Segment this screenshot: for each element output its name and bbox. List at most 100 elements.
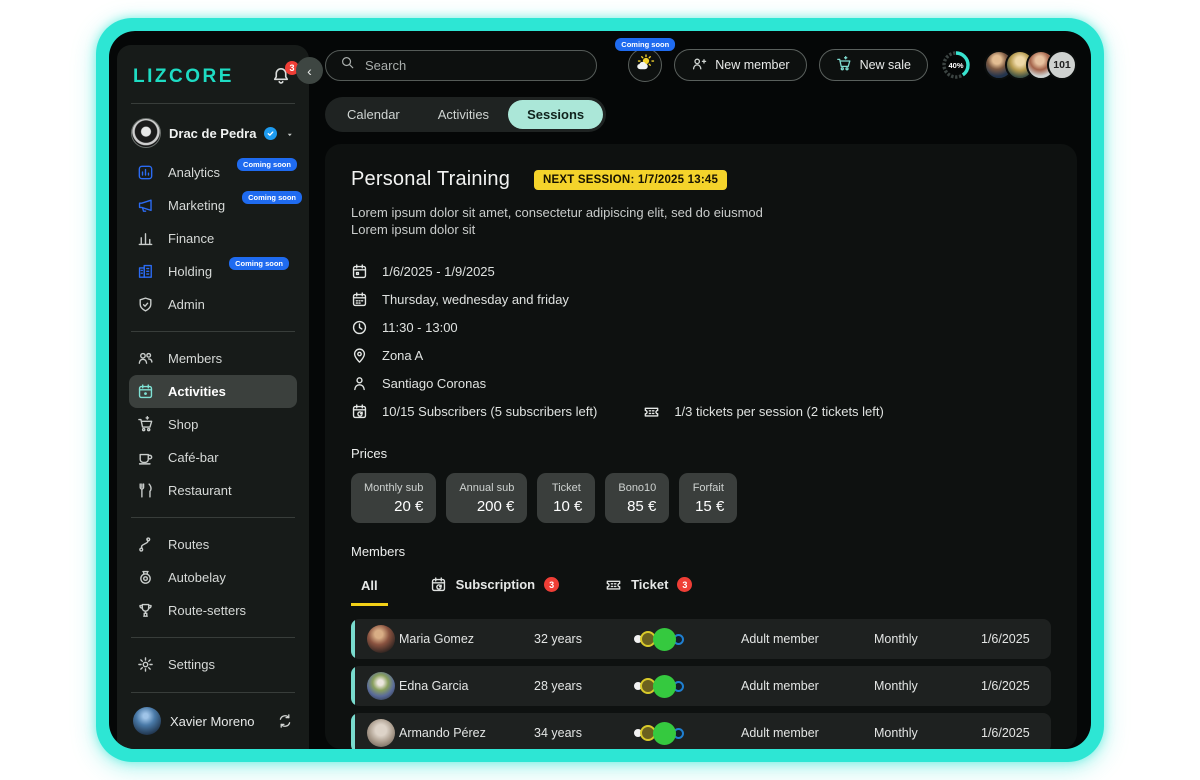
members-title: Members bbox=[351, 544, 1051, 559]
sidebar-item[interactable]: Settings bbox=[129, 648, 297, 681]
sidebar-item-icon bbox=[137, 263, 155, 281]
sidebar-item[interactable]: Café-bar bbox=[129, 441, 297, 474]
member-tab-label: Ticket bbox=[631, 577, 668, 592]
current-user[interactable]: Xavier Moreno bbox=[129, 703, 297, 737]
member-type: Adult member bbox=[741, 679, 874, 693]
sidebar-item[interactable]: Marketing Coming soon bbox=[129, 189, 297, 222]
gym-name: Drac de Pedra bbox=[169, 126, 256, 141]
grade-dot-green bbox=[653, 628, 676, 651]
session-detail-row: Thursday, wednesday and friday bbox=[351, 285, 1051, 313]
sidebar-item-label: Routes bbox=[168, 537, 209, 552]
capacity-text: 10/15 Subscribers (5 subscribers left) bbox=[382, 404, 597, 419]
member-filter-tab[interactable]: Ticket 3 bbox=[601, 572, 696, 606]
chevron-down-icon bbox=[285, 127, 295, 139]
search-input[interactable] bbox=[365, 58, 582, 73]
price-card[interactable]: Ticket 10 € bbox=[537, 473, 595, 523]
divider bbox=[131, 692, 295, 693]
member-avatar bbox=[367, 625, 395, 653]
occupancy-ring: 40% bbox=[940, 49, 972, 81]
detail-text: Santiago Coronas bbox=[382, 376, 486, 391]
coming-soon-badge: Coming soon bbox=[237, 158, 297, 171]
member-list: Maria Gomez 32 years Adult member Monthl… bbox=[351, 619, 1051, 749]
coming-soon-badge: Coming soon bbox=[615, 38, 675, 51]
member-filter-tab[interactable]: All bbox=[351, 574, 388, 606]
sidebar-item[interactable]: Route-setters bbox=[129, 594, 297, 627]
member-row[interactable]: Maria Gomez 32 years Adult member Monthl… bbox=[351, 619, 1051, 659]
view-tab[interactable]: Sessions bbox=[508, 100, 603, 129]
sidebar-item-label: Activities bbox=[168, 384, 226, 399]
sidebar-item[interactable]: Activities bbox=[129, 375, 297, 408]
detail-text: Thursday, wednesday and friday bbox=[382, 292, 569, 307]
price-card[interactable]: Monthly sub 20 € bbox=[351, 473, 436, 523]
view-tab[interactable]: Activities bbox=[419, 100, 508, 129]
price-card[interactable]: Annual sub 200 € bbox=[446, 473, 527, 523]
sidebar-item[interactable]: Analytics Coming soon bbox=[129, 156, 297, 189]
member-row[interactable]: Edna Garcia 28 years Adult member Monthl… bbox=[351, 666, 1051, 706]
sidebar-item-icon bbox=[137, 482, 155, 500]
view-tab[interactable]: Calendar bbox=[328, 100, 419, 129]
detail-icon bbox=[351, 263, 368, 280]
price-label: Annual sub bbox=[459, 482, 514, 494]
sidebar-item[interactable]: Finance bbox=[129, 222, 297, 255]
new-sale-button[interactable]: New sale bbox=[819, 49, 928, 81]
sidebar-item-label: Shop bbox=[168, 417, 198, 432]
session-detail-row: Zona A bbox=[351, 341, 1051, 369]
detail-icon bbox=[351, 291, 368, 308]
next-session-badge: NEXT SESSION: 1/7/2025 13:45 bbox=[534, 170, 727, 190]
members-count-badge: 101 bbox=[1047, 50, 1077, 80]
sidebar-item-icon bbox=[137, 350, 155, 368]
member-tab-icon bbox=[605, 576, 622, 593]
coming-soon-badge: Coming soon bbox=[229, 257, 289, 270]
grade-dots bbox=[634, 628, 741, 651]
capacity-item: 1/3 tickets per session (2 tickets left) bbox=[643, 397, 884, 425]
notifications-bell-icon[interactable]: 3 bbox=[271, 66, 293, 88]
user-avatar bbox=[133, 707, 161, 735]
sidebar-item-icon bbox=[137, 569, 155, 587]
sidebar-item[interactable]: Shop bbox=[129, 408, 297, 441]
price-label: Monthly sub bbox=[364, 482, 423, 494]
sidebar-item[interactable]: Routes bbox=[129, 528, 297, 561]
grade-dots bbox=[634, 675, 741, 698]
session-detail-row: 11:30 - 13:00 bbox=[351, 313, 1051, 341]
member-name: Armando Pérez bbox=[399, 726, 534, 740]
sidebar-item[interactable]: Autobelay bbox=[129, 561, 297, 594]
gym-avatar bbox=[131, 118, 161, 148]
sidebar-item[interactable]: Restaurant bbox=[129, 474, 297, 507]
view-tabs: Calendar Activities Sessions bbox=[325, 97, 1077, 132]
switch-user-icon[interactable] bbox=[277, 713, 293, 729]
sidebar-item-label: Analytics bbox=[168, 165, 220, 180]
app-window: ‹ LIZCORE 3 Drac de Pedra bbox=[109, 31, 1091, 749]
sidebar-item-icon bbox=[137, 536, 155, 554]
price-value: 85 € bbox=[618, 498, 656, 515]
cart-icon bbox=[836, 56, 852, 75]
sidebar-item-label: Autobelay bbox=[168, 570, 226, 585]
divider bbox=[131, 637, 295, 638]
new-member-button[interactable]: New member bbox=[674, 49, 806, 81]
price-card[interactable]: Bono10 85 € bbox=[605, 473, 669, 523]
member-date: 1/6/2025 bbox=[981, 679, 1051, 693]
sidebar-item[interactable]: Admin bbox=[129, 288, 297, 321]
sidebar-nav: Analytics Coming soon Marketing Coming s… bbox=[129, 156, 297, 681]
sidebar-item[interactable]: Holding Coming soon bbox=[129, 255, 297, 288]
sidebar-item-label: Finance bbox=[168, 231, 214, 246]
member-row[interactable]: Armando Pérez 34 years Adult member Mont… bbox=[351, 713, 1051, 749]
sidebar-item-icon bbox=[137, 197, 155, 215]
member-date: 1/6/2025 bbox=[981, 726, 1051, 740]
occupancy-value: 40% bbox=[940, 49, 972, 81]
gym-profile-selector[interactable]: Drac de Pedra bbox=[129, 114, 297, 152]
price-card[interactable]: Forfait 15 € bbox=[679, 473, 737, 523]
search-box[interactable] bbox=[325, 50, 597, 81]
weather-button[interactable]: Coming soon bbox=[628, 48, 662, 82]
detail-icon bbox=[351, 375, 368, 392]
sidebar-item[interactable]: Members bbox=[129, 342, 297, 375]
members-avatar-stack[interactable]: 101 bbox=[984, 50, 1077, 80]
member-tab-count-badge: 3 bbox=[677, 577, 692, 592]
session-capacity: 10/15 Subscribers (5 subscribers left) 1… bbox=[351, 397, 1051, 425]
verified-badge-icon bbox=[264, 127, 277, 140]
capacity-icon bbox=[643, 403, 660, 420]
capacity-item: 10/15 Subscribers (5 subscribers left) bbox=[351, 397, 597, 425]
member-filter-tab[interactable]: Subscription 3 bbox=[426, 572, 563, 606]
divider bbox=[131, 103, 295, 104]
member-type: Adult member bbox=[741, 632, 874, 646]
sidebar-collapse-button[interactable]: ‹ bbox=[296, 57, 323, 84]
